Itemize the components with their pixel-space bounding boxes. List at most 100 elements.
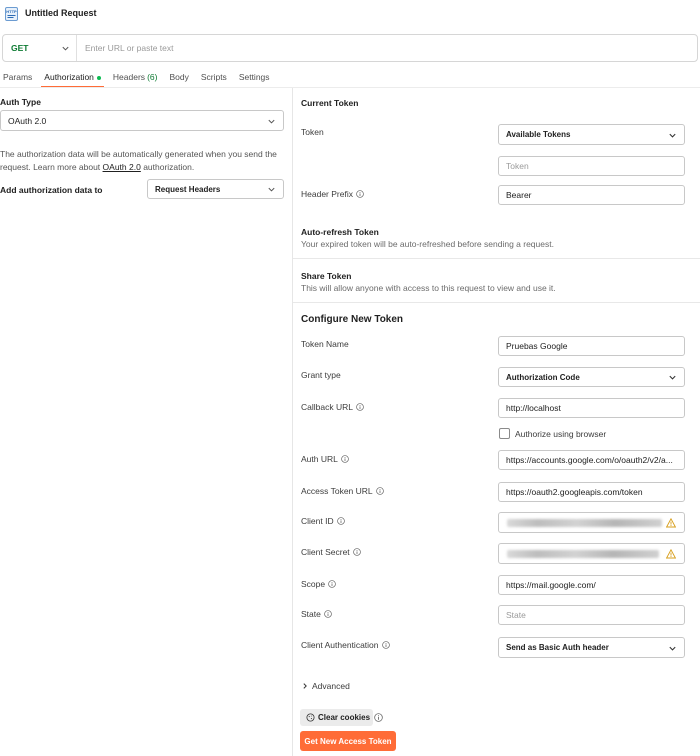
request-tabs: Params Authorization Headers (6) Body Scr…: [0, 68, 279, 88]
add-auth-data-value: Request Headers: [155, 184, 221, 194]
advanced-toggle[interactable]: Advanced: [301, 681, 350, 691]
authorize-browser-label: Authorize using browser: [515, 429, 607, 439]
info-icon[interactable]: [336, 517, 345, 525]
chevron-down-icon: [268, 187, 275, 192]
tab-scripts[interactable]: Scripts: [198, 68, 230, 88]
callback-url-label: Callback URL: [301, 402, 364, 412]
tab-headers[interactable]: Headers (6): [110, 68, 161, 88]
client-auth-text: Client Authentication: [301, 640, 379, 650]
state-input[interactable]: State: [498, 605, 685, 625]
authorize-browser-checkbox[interactable]: [499, 428, 510, 439]
chevron-down-icon: [669, 375, 676, 380]
header-prefix-text: Header Prefix: [301, 189, 353, 199]
state-text: State: [301, 609, 321, 619]
tab-label: Headers: [112, 72, 146, 82]
auth-left-panel: Auth Type OAuth 2.0 The authorization da…: [0, 88, 292, 756]
auth-type-select[interactable]: OAuth 2.0: [0, 110, 284, 131]
chevron-down-icon: [268, 119, 275, 124]
available-tokens-value: Available Tokens: [506, 130, 571, 139]
token-input[interactable]: Token: [498, 156, 685, 176]
clear-cookies-label: Clear cookies: [318, 713, 371, 722]
info-icon[interactable]: [356, 403, 364, 411]
chevron-right-icon: [303, 683, 307, 689]
auth-description: The authorization data will be automatic…: [0, 148, 288, 174]
access-token-url-text: Access Token URL: [301, 486, 373, 496]
auto-refresh-title: Auto-refresh Token: [301, 227, 379, 237]
request-title[interactable]: Untitled Request: [25, 8, 97, 18]
svg-text:HTTP: HTTP: [6, 9, 17, 14]
grant-type-select[interactable]: Authorization Code: [498, 367, 685, 387]
info-icon[interactable]: [375, 487, 384, 495]
token-name-input[interactable]: Pruebas Google: [498, 336, 685, 356]
tab-settings[interactable]: Settings: [236, 68, 273, 88]
tab-label: Params: [3, 72, 33, 82]
client-id-input[interactable]: [498, 512, 685, 533]
info-icon[interactable]: [341, 455, 349, 463]
client-secret-label: Client Secret: [301, 547, 361, 557]
auto-refresh-description: Your expired token will be auto-refreshe…: [301, 239, 554, 249]
tab-label: Authorization: [44, 72, 94, 82]
advanced-label: Advanced: [312, 681, 350, 691]
tab-authorization[interactable]: Authorization: [41, 68, 104, 88]
get-new-access-token-button[interactable]: Get New Access Token: [300, 731, 396, 751]
available-tokens-select[interactable]: Available Tokens: [498, 124, 685, 145]
chevron-down-icon: [62, 46, 69, 51]
scope-input[interactable]: https://mail.google.com/: [498, 575, 685, 595]
grant-type-label: Grant type: [301, 370, 341, 380]
section-divider: [293, 258, 700, 259]
auth-type-label: Auth Type: [0, 97, 41, 107]
tab-label: Settings: [238, 72, 270, 82]
scope-text: Scope: [301, 579, 326, 589]
tab-count: (6): [147, 72, 158, 82]
http-request-icon: HTTP: [5, 7, 18, 21]
auth-url-text: Auth URL: [301, 454, 338, 464]
auth-url-input[interactable]: https://accounts.google.com/o/oauth2/v2/…: [498, 450, 685, 470]
client-id-label: Client ID: [301, 516, 345, 526]
method-label: GET: [11, 43, 29, 53]
info-icon[interactable]: [324, 610, 332, 618]
section-divider: [293, 302, 700, 303]
share-token-description: This will allow anyone with access to th…: [301, 283, 556, 293]
warning-icon[interactable]: [666, 549, 676, 559]
client-id-text: Client ID: [301, 516, 334, 526]
tab-label: Body: [169, 72, 189, 82]
chevron-down-icon: [669, 133, 676, 138]
url-input[interactable]: [77, 35, 697, 61]
url-bar: GET: [2, 34, 698, 62]
info-icon[interactable]: [381, 641, 390, 649]
grant-type-value: Authorization Code: [506, 372, 580, 382]
chevron-down-icon: [669, 646, 676, 651]
client-secret-text: Client Secret: [301, 547, 350, 557]
method-select[interactable]: GET: [3, 35, 77, 61]
access-token-url-label: Access Token URL: [301, 486, 384, 496]
oauth-learn-more-link[interactable]: OAuth 2.0: [103, 162, 141, 172]
warning-icon[interactable]: [666, 518, 676, 528]
add-auth-data-label: Add authorization data to: [0, 185, 103, 195]
client-auth-select[interactable]: Send as Basic Auth header: [498, 637, 685, 658]
tab-body[interactable]: Body: [166, 68, 191, 88]
info-icon[interactable]: [374, 713, 383, 722]
client-secret-input[interactable]: [498, 543, 685, 564]
auth-url-label: Auth URL: [301, 454, 349, 464]
access-token-url-input[interactable]: https://oauth2.googleapis.com/token: [498, 482, 685, 502]
auth-description-end: authorization.: [140, 162, 195, 172]
token-label: Token: [301, 127, 324, 137]
add-auth-data-select[interactable]: Request Headers: [147, 179, 284, 199]
current-token-heading: Current Token: [301, 98, 359, 108]
callback-url-input[interactable]: http://localhost: [498, 398, 685, 418]
client-auth-label: Client Authentication: [301, 640, 390, 650]
info-icon[interactable]: [328, 580, 336, 588]
cookie-icon: [306, 713, 315, 722]
info-icon[interactable]: [356, 190, 364, 198]
share-token-title: Share Token: [301, 271, 352, 281]
redacted-value: [507, 519, 662, 527]
tab-params[interactable]: Params: [0, 68, 35, 88]
header-prefix-input[interactable]: Bearer: [498, 185, 685, 205]
status-dot: [96, 76, 101, 80]
configure-token-heading: Configure New Token: [301, 314, 404, 325]
info-icon[interactable]: [352, 548, 361, 556]
redacted-value: [507, 550, 659, 558]
scope-label: Scope: [301, 579, 336, 589]
clear-cookies-button[interactable]: Clear cookies: [300, 709, 373, 726]
request-header: HTTP Untitled Request: [0, 0, 700, 30]
